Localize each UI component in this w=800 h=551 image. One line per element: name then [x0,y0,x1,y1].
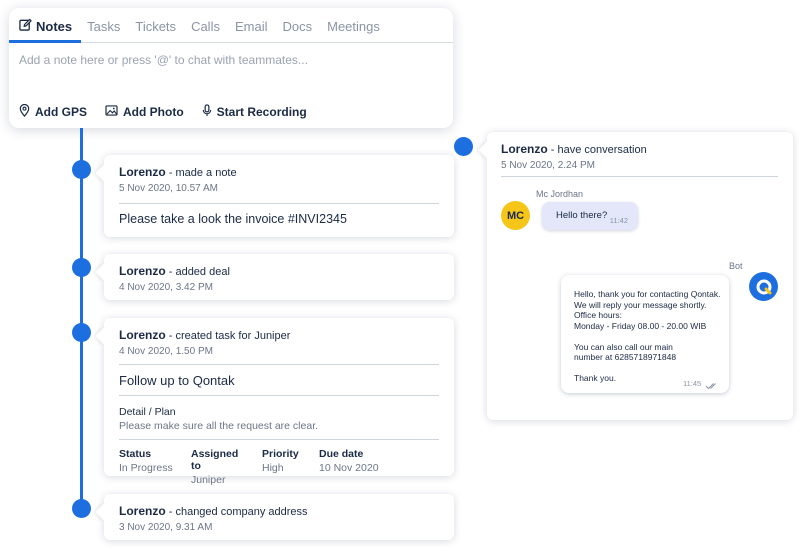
author-name: Lorenzo [119,328,166,342]
incoming-message: Hello there? 11:42 [542,202,638,230]
card-header: Lorenzo - created task for Juniper [119,328,439,342]
timeline-card-note[interactable]: Lorenzo - made a note 5 Nov 2020, 10.57 … [104,155,454,237]
add-photo-button[interactable]: Add Photo [105,104,184,120]
tab-label: Notes [36,19,73,34]
divider [119,439,439,440]
task-due-date: Due date 10 Nov 2020 [319,448,379,486]
add-gps-button[interactable]: Add GPS [19,103,88,120]
bot-avatar-icon [749,272,778,301]
timeline-dot [72,499,91,518]
note-composer: Notes Tasks Tickets Calls Email Docs Mee… [8,8,453,128]
message-time: 11:45 [683,379,702,388]
activity-date: 5 Nov 2020, 2.24 PM [501,160,595,171]
divider [119,203,439,204]
tab-docs[interactable]: Docs [282,8,312,42]
timeline-card-address[interactable]: Lorenzo - changed company address 3 Nov … [104,494,454,540]
action-label: Start Recording [216,105,307,119]
card-header: Lorenzo - changed company address [119,504,439,518]
tab-label: Calls [191,19,220,34]
task-status: Status In Progress [119,448,175,486]
author-name: Lorenzo [119,165,166,179]
activity-action: - made a note [168,167,237,179]
meta-key: Status [119,448,152,460]
note-input[interactable] [19,53,439,67]
activity-action: - changed company address [168,506,308,518]
meta-key: Due date [319,448,364,460]
card-header: Lorenzo - have conversation 5 Nov 2020, … [501,142,647,171]
image-icon [105,105,123,119]
tab-label: Docs [282,19,313,34]
double-check-icon [705,377,719,395]
meta-key: Assigned to [191,448,239,472]
divider [119,395,439,396]
tab-tasks[interactable]: Tasks [87,8,120,42]
action-label: Add GPS [35,105,88,119]
start-recording-button[interactable]: Start Recording [202,104,307,120]
meta-value: Juniper [191,474,226,486]
timeline-dot [72,323,91,342]
timeline-card-deal[interactable]: Lorenzo - added deal 4 Nov 2020, 3.42 PM [104,254,454,300]
meta-value: 10 Nov 2020 [319,462,379,474]
author-name: Lorenzo [119,504,166,518]
divider [119,364,439,365]
tab-notes[interactable]: Notes [8,8,82,43]
edit-icon [19,18,36,34]
card-header: Lorenzo - made a note [119,165,439,179]
bot-message: Hello, thank you for contacting Qontak. … [561,275,729,393]
microphone-icon [202,104,217,120]
activity-date: 4 Nov 2020, 3.42 PM [119,282,213,293]
action-label: Add Photo [123,105,184,119]
avatar: MC [501,201,530,230]
detail-label: Detail / Plan [119,406,176,418]
task-assignee: Assigned to Juniper [191,448,246,486]
author-name: Lorenzo [501,142,548,156]
meta-key: Priority [262,448,299,460]
message-text: Hello, thank you for contacting Qontak. … [574,289,721,383]
author-name: Lorenzo [119,264,166,278]
tab-label: Tasks [87,19,121,34]
tab-calls[interactable]: Calls [191,8,220,42]
task-meta: Status In Progress Assigned to Juniper P… [119,448,439,486]
card-header: Lorenzo - added deal [119,264,439,278]
activity-date: 4 Nov 2020, 1.50 PM [119,346,213,357]
activity-action: - have conversation [550,144,647,156]
tab-tickets[interactable]: Tickets [135,8,176,42]
task-priority: Priority High [262,448,303,486]
activity-date: 5 Nov 2020, 10.57 AM [119,183,218,194]
tab-label: Email [234,19,268,34]
conversation-card[interactable]: Lorenzo - have conversation 5 Nov 2020, … [487,132,793,420]
timeline-line [80,128,83,508]
agent-name: Mc Jordhan [536,189,584,199]
activity-date: 3 Nov 2020, 9.31 AM [119,522,213,533]
message-time: 11:42 [609,216,628,225]
timeline-dot [72,258,91,277]
detail-value: Please make sure all the request are cle… [119,420,319,432]
meta-value: In Progress [119,462,173,474]
tab-email[interactable]: Email [235,8,268,42]
meta-value: High [262,462,284,474]
bot-name: Bot [729,261,743,271]
message-text: Hello there? [556,210,608,221]
composer-actions: Add GPS Add Photo Start Recording [19,103,325,120]
tab-label: Tickets [135,19,177,34]
timeline-dot [72,160,91,179]
tab-meetings[interactable]: Meetings [327,8,380,42]
activity-action: - created task for Juniper [168,330,291,342]
timeline-card-task[interactable]: Lorenzo - created task for Juniper 4 Nov… [104,318,454,486]
timeline-dot [454,137,473,156]
activity-tabs: Notes Tasks Tickets Calls Email Docs Mee… [8,8,453,43]
activity-action: - added deal [168,266,230,278]
task-title: Follow up to Qontak [119,373,235,388]
tab-label: Meetings [327,19,380,34]
divider [501,176,778,177]
map-pin-icon [19,103,35,120]
note-body: Please take a look the invoice #INVI2345 [119,212,347,226]
